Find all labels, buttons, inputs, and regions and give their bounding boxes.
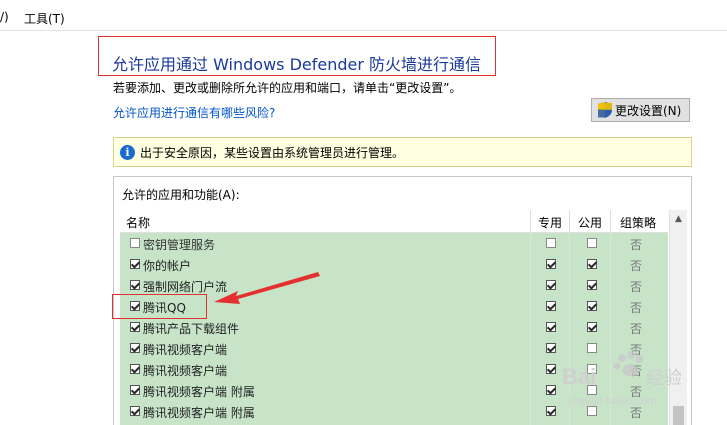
public-checkbox[interactable] — [587, 322, 597, 332]
app-enabled-checkbox[interactable] — [130, 280, 140, 290]
private-checkbox[interactable] — [546, 343, 556, 353]
table-row[interactable]: 腾讯产品下载组件 否 — [120, 317, 668, 338]
private-checkbox[interactable] — [546, 385, 556, 395]
risk-link[interactable]: 允许应用进行通信有哪些风险? — [113, 104, 275, 121]
table-row[interactable]: 腾讯视频客户端 附属 否 — [120, 401, 668, 422]
change-settings-label: 更改设置(N) — [615, 103, 682, 118]
app-enabled-checkbox[interactable] — [130, 364, 140, 374]
app-enabled-checkbox[interactable] — [130, 238, 140, 248]
app-enabled-checkbox[interactable] — [130, 259, 140, 269]
app-name: 腾讯视频客户端 附属 — [143, 406, 255, 420]
info-icon: i — [120, 144, 135, 160]
info-text: 出于安全原因，某些设置由系统管理员进行管理。 — [140, 145, 405, 160]
app-name: 腾讯产品下载组件 — [143, 322, 240, 336]
public-checkbox[interactable] — [587, 280, 597, 290]
public-checkbox[interactable] — [587, 385, 597, 395]
app-rows: 密钥管理服务否你的帐户否强制网络门户流否腾讯QQ 否腾讯产品下载组件否腾讯视频客户… — [120, 233, 668, 425]
app-name: 腾讯视频客户端 — [143, 364, 228, 378]
info-banner: i 出于安全原因，某些设置由系统管理员进行管理。 — [113, 137, 692, 167]
private-checkbox[interactable] — [546, 364, 556, 374]
app-enabled-checkbox[interactable] — [130, 385, 140, 395]
shield-icon — [598, 102, 612, 118]
public-checkbox[interactable] — [587, 301, 597, 311]
private-checkbox[interactable] — [546, 238, 556, 248]
group-policy-value: 否 — [630, 259, 643, 273]
vertical-scrollbar[interactable]: ▲ — [669, 210, 687, 425]
private-checkbox[interactable] — [546, 280, 556, 290]
private-checkbox[interactable] — [546, 259, 556, 269]
column-private[interactable]: 专用 — [538, 214, 562, 231]
public-checkbox[interactable] — [587, 343, 597, 353]
table-row[interactable]: 腾讯视频客户端 否 — [120, 359, 668, 380]
public-checkbox[interactable] — [587, 259, 597, 269]
table-row[interactable]: 腾讯视频客户端 否 — [120, 338, 668, 359]
group-policy-value: 否 — [630, 280, 643, 294]
scroll-thumb[interactable] — [673, 406, 684, 425]
public-checkbox[interactable] — [587, 238, 597, 248]
app-enabled-checkbox[interactable] — [130, 343, 140, 353]
public-checkbox[interactable] — [587, 364, 597, 374]
group-policy-value: 否 — [630, 322, 643, 336]
menu-tools[interactable]: 工具(T) — [24, 10, 65, 27]
column-group-policy[interactable]: 组策略 — [620, 214, 656, 231]
group-policy-value: 否 — [630, 301, 643, 315]
table-row[interactable]: 密钥管理服务 否 — [120, 233, 668, 254]
app-name: 强制网络门户流 — [143, 280, 228, 294]
menu-bar: /) 工具(T) — [0, 0, 727, 31]
private-checkbox[interactable] — [546, 406, 556, 416]
change-settings-button[interactable]: 更改设置(N) — [591, 98, 690, 122]
scroll-up-icon[interactable]: ▲ — [670, 210, 687, 227]
group-policy-value: 否 — [630, 406, 643, 420]
table-row[interactable]: 你的帐户 否 — [120, 254, 668, 275]
private-checkbox[interactable] — [546, 322, 556, 332]
column-public[interactable]: 公用 — [578, 214, 602, 231]
app-name: 腾讯视频客户端 附属 — [143, 385, 255, 399]
column-name[interactable]: 名称 — [126, 214, 150, 231]
group-policy-value: 否 — [630, 343, 643, 357]
table-row[interactable]: 强制网络门户流 否 — [120, 275, 668, 296]
list-header: 名称 专用 公用 组策略 — [120, 210, 668, 233]
table-row[interactable]: 腾讯视频客户端 附属 否 — [120, 380, 668, 401]
app-name: 密钥管理服务 — [143, 238, 216, 252]
group-policy-value: 否 — [630, 364, 643, 378]
allowed-apps-label: 允许的应用和功能(A): — [122, 188, 240, 202]
menu-view[interactable]: /) — [0, 10, 9, 24]
app-name: 你的帐户 — [143, 259, 192, 273]
qq-annotation-box — [112, 294, 207, 319]
private-checkbox[interactable] — [546, 301, 556, 311]
public-checkbox[interactable] — [587, 406, 597, 416]
page-title: 允许应用通过 Windows Defender 防火墙进行通信 — [112, 55, 482, 74]
page-description: 若要添加、更改或删除所允许的应用和端口，请单击“更改设置”。 — [113, 81, 462, 95]
app-enabled-checkbox[interactable] — [130, 406, 140, 416]
app-enabled-checkbox[interactable] — [130, 322, 140, 332]
group-policy-value: 否 — [630, 238, 643, 252]
app-name: 腾讯视频客户端 — [143, 343, 228, 357]
group-policy-value: 否 — [630, 385, 643, 399]
